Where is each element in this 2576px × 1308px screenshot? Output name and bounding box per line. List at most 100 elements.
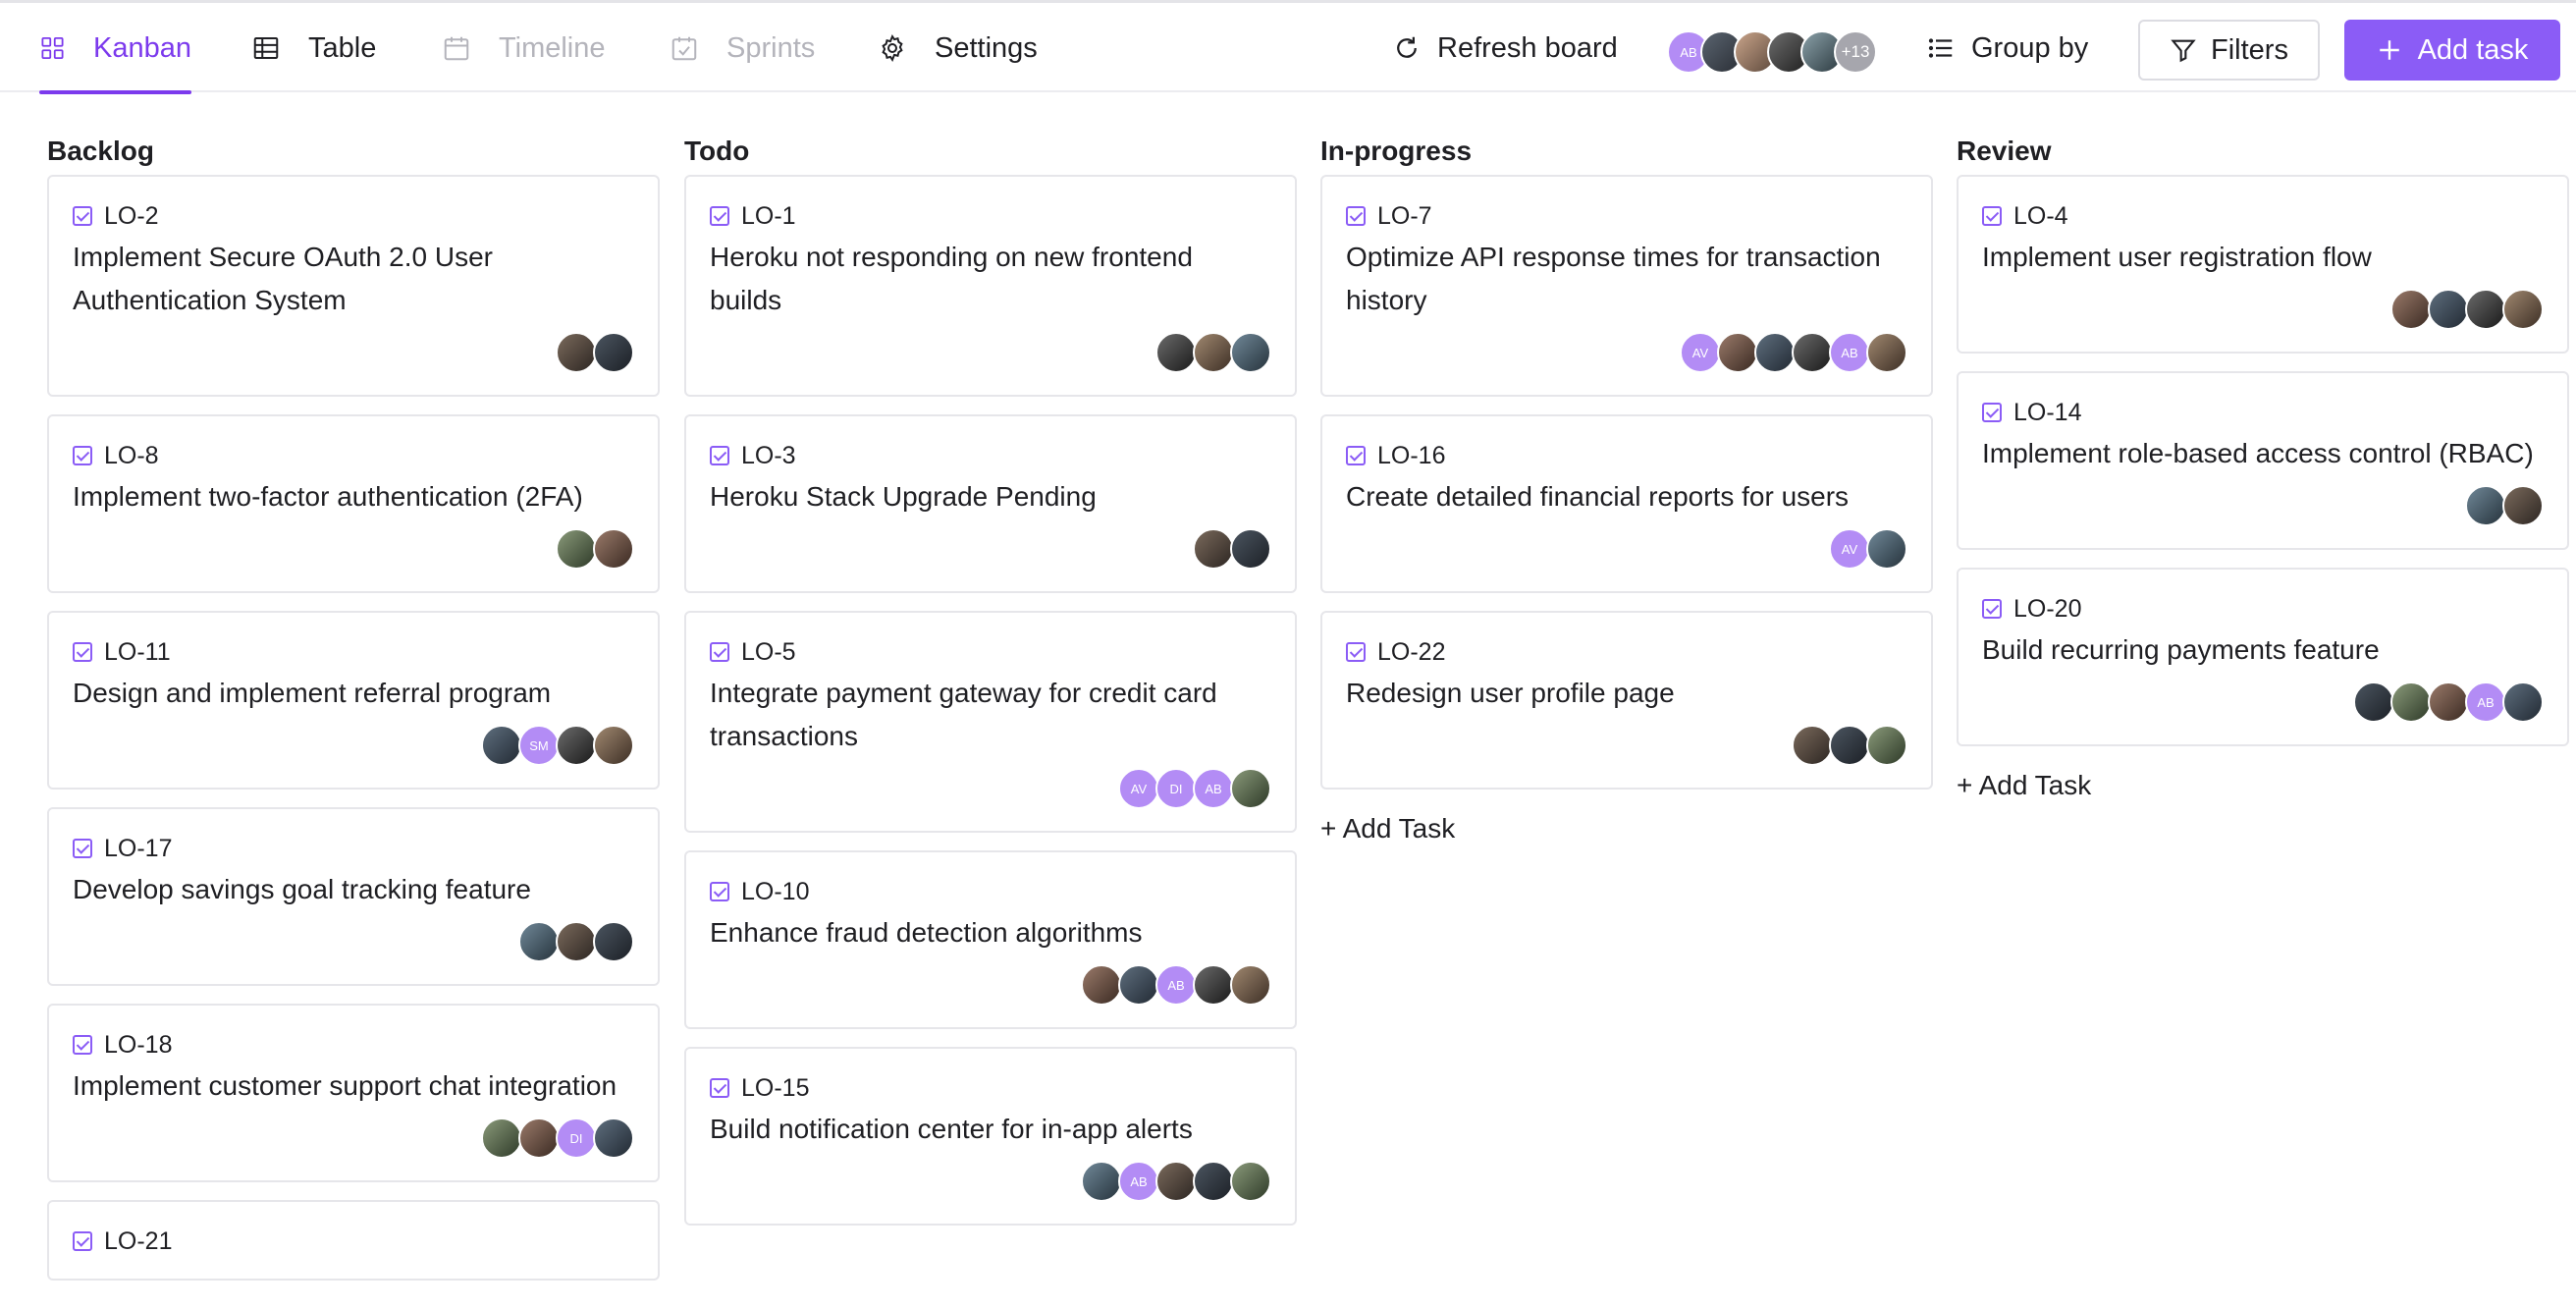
- avatar[interactable]: [1230, 528, 1271, 570]
- avatar[interactable]: [1193, 528, 1234, 570]
- task-id: LO-17: [73, 833, 634, 864]
- task-id-label: LO-17: [104, 834, 173, 862]
- tab-table[interactable]: Table: [251, 3, 376, 93]
- task-id: LO-3: [710, 440, 1271, 471]
- task-card[interactable]: LO-8 Implement two-factor authentication …: [47, 414, 660, 593]
- avatar[interactable]: [1081, 1161, 1122, 1202]
- avatar[interactable]: SM: [518, 725, 560, 766]
- avatar[interactable]: [1155, 1161, 1197, 1202]
- avatar[interactable]: [556, 921, 597, 962]
- task-id: LO-2: [73, 200, 634, 232]
- avatar[interactable]: AB: [2465, 681, 2506, 723]
- avatar[interactable]: [593, 528, 634, 570]
- task-title: Develop savings goal tracking feature: [73, 874, 531, 904]
- tab-kanban[interactable]: Kanban: [39, 3, 191, 94]
- avatar[interactable]: [1118, 964, 1159, 1006]
- avatar[interactable]: [1230, 768, 1271, 809]
- avatar[interactable]: [1717, 332, 1758, 373]
- team-avatar-group[interactable]: AB +13: [1667, 30, 1877, 74]
- task-id-label: LO-1: [741, 201, 796, 230]
- task-card[interactable]: LO-7 Optimize API response times for tran…: [1320, 175, 1933, 397]
- avatar[interactable]: [2465, 289, 2506, 330]
- avatar[interactable]: [2353, 681, 2394, 723]
- task-card[interactable]: LO-3 Heroku Stack Upgrade Pending: [684, 414, 1297, 593]
- add-task-link[interactable]: + Add Task: [1320, 807, 1933, 850]
- filters-button[interactable]: Filters: [2138, 20, 2320, 81]
- avatar[interactable]: [1155, 332, 1197, 373]
- avatar[interactable]: AV: [1118, 768, 1159, 809]
- task-id: LO-21: [73, 1226, 634, 1257]
- avatar[interactable]: [1193, 332, 1234, 373]
- avatar[interactable]: [1792, 332, 1833, 373]
- avatar[interactable]: [481, 1117, 522, 1159]
- task-card[interactable]: LO-16 Create detailed financial reports f…: [1320, 414, 1933, 593]
- avatar[interactable]: AB: [1829, 332, 1870, 373]
- task-card[interactable]: LO-15 Build notification center for in-ap…: [684, 1047, 1297, 1226]
- avatar[interactable]: [556, 332, 597, 373]
- avatar[interactable]: [556, 725, 597, 766]
- task-card[interactable]: LO-14 Implement role-based access control…: [1957, 371, 2569, 550]
- task-card[interactable]: LO-18 Implement customer support chat int…: [47, 1004, 660, 1182]
- avatar[interactable]: [481, 725, 522, 766]
- avatar[interactable]: [1081, 964, 1122, 1006]
- tab-label: Sprints: [726, 31, 816, 64]
- avatar[interactable]: [593, 1117, 634, 1159]
- avatar[interactable]: [593, 332, 634, 373]
- calendar-icon: [444, 36, 469, 61]
- avatar[interactable]: DI: [1155, 768, 1197, 809]
- avatar[interactable]: [593, 921, 634, 962]
- avatar[interactable]: [1866, 528, 1907, 570]
- task-card[interactable]: LO-4 Implement user registration flow: [1957, 175, 2569, 354]
- avatar[interactable]: [1754, 332, 1796, 373]
- avatar[interactable]: [593, 725, 634, 766]
- avatar[interactable]: [2502, 485, 2544, 526]
- task-card[interactable]: LO-17 Develop savings goal tracking featu…: [47, 807, 660, 986]
- avatar[interactable]: [2502, 681, 2544, 723]
- avatar[interactable]: [2428, 289, 2469, 330]
- avatar[interactable]: AV: [1829, 528, 1870, 570]
- avatar[interactable]: AB: [1155, 964, 1197, 1006]
- avatar[interactable]: [2428, 681, 2469, 723]
- task-card[interactable]: LO-5 Integrate payment gateway for credit…: [684, 611, 1297, 833]
- avatar[interactable]: [2390, 289, 2432, 330]
- task-checkbox-icon: [73, 206, 92, 226]
- avatar[interactable]: [1866, 725, 1907, 766]
- avatar[interactable]: DI: [556, 1117, 597, 1159]
- task-id: LO-14: [1982, 397, 2544, 428]
- avatar[interactable]: [1193, 1161, 1234, 1202]
- tab-settings[interactable]: Settings: [878, 3, 1038, 93]
- tab-timeline[interactable]: Timeline: [442, 3, 606, 93]
- avatar[interactable]: [1230, 332, 1271, 373]
- task-checkbox-icon: [73, 1231, 92, 1251]
- avatar[interactable]: [1866, 332, 1907, 373]
- add-task-button[interactable]: Add task: [2344, 20, 2560, 81]
- avatar[interactable]: [1230, 964, 1271, 1006]
- task-card[interactable]: LO-20 Build recurring payments feature AB: [1957, 568, 2569, 746]
- task-card[interactable]: LO-2 Implement Secure OAuth 2.0 User Auth…: [47, 175, 660, 397]
- avatar[interactable]: [1829, 725, 1870, 766]
- task-card[interactable]: LO-21: [47, 1200, 660, 1281]
- avatar[interactable]: AB: [1193, 768, 1234, 809]
- avatar[interactable]: [518, 921, 560, 962]
- refresh-board-button[interactable]: Refresh board: [1392, 3, 1618, 93]
- avatar[interactable]: [1792, 725, 1833, 766]
- avatar[interactable]: AV: [1680, 332, 1721, 373]
- task-card[interactable]: LO-22 Redesign user profile page: [1320, 611, 1933, 790]
- task-card[interactable]: LO-1 Heroku not responding on new fronten…: [684, 175, 1297, 397]
- avatar[interactable]: [1193, 964, 1234, 1006]
- avatar-overflow-count[interactable]: +13: [1834, 30, 1877, 74]
- avatar[interactable]: [1230, 1161, 1271, 1202]
- filters-label: Filters: [2211, 33, 2288, 66]
- avatar[interactable]: [2465, 485, 2506, 526]
- task-card[interactable]: LO-11 Design and implement referral progr…: [47, 611, 660, 790]
- tab-sprints[interactable]: Sprints: [670, 3, 815, 93]
- avatar[interactable]: AB: [1118, 1161, 1159, 1202]
- avatar[interactable]: [518, 1117, 560, 1159]
- task-card[interactable]: LO-10 Enhance fraud detection algorithms A…: [684, 850, 1297, 1029]
- add-task-link[interactable]: + Add Task: [1957, 764, 2569, 807]
- avatar[interactable]: [556, 528, 597, 570]
- avatar[interactable]: [2390, 681, 2432, 723]
- task-id-label: LO-11: [104, 637, 171, 666]
- avatar[interactable]: [2502, 289, 2544, 330]
- group-by-button[interactable]: Group by: [1926, 3, 2088, 93]
